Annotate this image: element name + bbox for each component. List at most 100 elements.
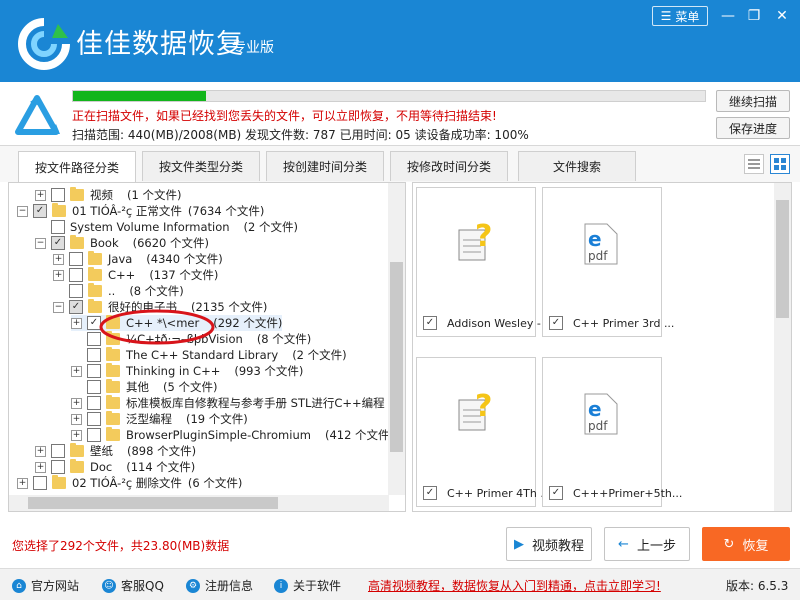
tree-row[interactable]: + 泛型编程 (19 个文件) xyxy=(71,411,248,427)
file-card-label[interactable]: ✓ C+++Primer+5th... xyxy=(549,486,682,500)
file-card[interactable]: e pdf ✓ C+++Primer+5th... xyxy=(542,357,682,507)
file-card[interactable]: e pdf ✓ C++ Primer 3rd ... xyxy=(542,187,674,337)
tree-checkbox[interactable] xyxy=(87,412,101,426)
maximize-button[interactable]: ❐ xyxy=(742,6,766,26)
tree-checkbox[interactable] xyxy=(51,188,65,202)
file-card[interactable]: ? ✓ C++ Primer 4Th ... xyxy=(416,357,551,507)
file-card-label[interactable]: ✓ C++ Primer 3rd ... xyxy=(549,316,674,330)
tree-checkbox[interactable] xyxy=(51,444,65,458)
expand-icon[interactable]: + xyxy=(71,397,82,409)
tree-checkbox[interactable] xyxy=(69,268,83,282)
file-card[interactable]: ? ✓ Addison Wesley - ... xyxy=(416,187,555,337)
collapse-icon[interactable]: − xyxy=(35,237,46,249)
selection-info: 您选择了292个文件，共23.80(MB)数据 xyxy=(12,539,230,553)
close-button[interactable]: ✕ xyxy=(770,6,794,26)
continue-scan-button[interactable]: 继续扫描 xyxy=(716,90,790,112)
menu-button[interactable]: ☰ 菜单 xyxy=(652,6,708,26)
official-site-link[interactable]: ⌂ 官方网站 xyxy=(12,577,79,594)
tree-row[interactable]: + BrowserPluginSimple-Chromium (412 个文件) xyxy=(71,427,394,443)
tree-row[interactable]: The C++ Standard Library (2 个文件) xyxy=(71,347,347,363)
tree-item-count: (8 个文件) xyxy=(256,332,312,346)
tree-row[interactable]: System Volume Information (2 个文件) xyxy=(35,219,298,235)
tree-row[interactable]: + 视频 (1 个文件) xyxy=(35,187,181,203)
tab-by-modified[interactable]: 按修改时间分类 xyxy=(390,151,508,181)
tree-checkbox[interactable] xyxy=(51,460,65,474)
folder-icon xyxy=(106,395,120,409)
tab-by-path[interactable]: 按文件路径分类 xyxy=(18,151,136,182)
expand-icon[interactable]: + xyxy=(71,429,82,441)
back-button[interactable]: ← 上一步 xyxy=(604,527,690,561)
file-checkbox-checked[interactable]: ✓ xyxy=(423,316,437,330)
tree-row[interactable]: − ✓ Book (6620 个文件) xyxy=(35,235,209,251)
grid-view-icon[interactable] xyxy=(770,154,790,174)
register-info-link[interactable]: ⚙ 注册信息 xyxy=(186,577,253,594)
tree-row[interactable]: + Thinking in C++ (993 个文件) xyxy=(71,363,303,379)
svg-text:pdf: pdf xyxy=(588,249,608,263)
tree-checkbox[interactable] xyxy=(33,476,47,490)
collapse-icon[interactable]: − xyxy=(17,205,28,217)
tree-checkbox[interactable] xyxy=(69,252,83,266)
tree-hscroll-thumb[interactable] xyxy=(28,497,278,509)
collapse-icon[interactable]: − xyxy=(53,301,64,313)
file-checkbox-checked[interactable]: ✓ xyxy=(423,486,437,500)
expand-icon[interactable]: + xyxy=(71,317,82,329)
tree-row[interactable]: + 壁纸 (898 个文件) xyxy=(35,443,196,459)
tree-row[interactable]: + Java (4340 个文件) xyxy=(53,251,223,267)
video-tutorial-button[interactable]: ▶ 视频教程 xyxy=(506,527,592,561)
tree-item-name: 壁纸 xyxy=(90,444,113,458)
file-card-label[interactable]: ✓ C++ Primer 4Th ... xyxy=(423,486,551,500)
tree-checkbox[interactable]: ✓ xyxy=(69,300,83,314)
tree-row[interactable]: 其他 (5 个文件) xyxy=(71,379,217,395)
tree-checkbox[interactable] xyxy=(87,396,101,410)
tree-row[interactable]: + 标准模板库自修教程与参考手册 STL进行C++编程 xyxy=(71,395,385,411)
tree-item-count: (898 个文件) xyxy=(127,444,197,458)
tree-checkbox[interactable] xyxy=(87,364,101,378)
expand-icon[interactable]: + xyxy=(71,365,82,377)
promo-link[interactable]: 高清视频教程，数据恢复从入门到精通，点击立即学习! xyxy=(368,577,661,594)
tree-checkbox[interactable] xyxy=(87,380,101,394)
file-checkbox-checked[interactable]: ✓ xyxy=(549,316,563,330)
expand-icon[interactable]: + xyxy=(35,461,46,473)
recover-button[interactable]: ↻ 恢复 xyxy=(702,527,790,561)
tree-item-name: 标准模板库自修教程与参考手册 STL进行C++编程 xyxy=(126,396,385,410)
tree-checkbox[interactable] xyxy=(51,220,65,234)
tree-item-count: (2 个文件) xyxy=(243,220,298,234)
folder-icon xyxy=(88,267,102,281)
expand-icon[interactable]: + xyxy=(53,253,64,265)
list-view-icon[interactable] xyxy=(744,154,764,174)
tree-row[interactable]: + 02 TIÓÂ-²ç 删除文件 (6 个文件) xyxy=(17,475,242,491)
svg-text:e: e xyxy=(588,227,602,251)
expand-icon[interactable]: + xyxy=(53,269,64,281)
expand-icon[interactable]: + xyxy=(17,477,28,489)
expand-icon[interactable]: + xyxy=(71,413,82,425)
about-link[interactable]: i 关于软件 xyxy=(274,577,341,594)
tree-item-count: (8 个文件) xyxy=(129,284,184,298)
tab-by-created[interactable]: 按创建时间分类 xyxy=(266,151,384,181)
tree-checkbox[interactable] xyxy=(69,284,83,298)
expand-icon[interactable]: + xyxy=(35,445,46,457)
file-checkbox-checked[interactable]: ✓ xyxy=(549,486,563,500)
tree-item-count: (412 个文件) xyxy=(324,428,395,442)
folder-tree[interactable]: + 视频 (1 个文件) − ✓ 01 TIÓÂ-²ç 正常文件 (7634 个文件)… xyxy=(8,182,406,512)
tab-file-search[interactable]: 文件搜索 xyxy=(518,151,636,181)
tree-scroll-thumb[interactable] xyxy=(390,262,403,452)
tab-by-type[interactable]: 按文件类型分类 xyxy=(142,151,260,181)
tree-checkbox[interactable] xyxy=(87,428,101,442)
expand-icon[interactable]: + xyxy=(35,189,46,201)
home-icon: ⌂ xyxy=(12,578,26,593)
tree-checkbox[interactable]: ✓ xyxy=(33,204,47,218)
minimize-button[interactable]: — xyxy=(716,6,740,26)
grid-scroll-thumb[interactable] xyxy=(776,200,789,318)
file-card-label[interactable]: ✓ Addison Wesley - ... xyxy=(423,316,555,330)
tree-row[interactable]: .. (8 个文件) xyxy=(53,283,184,299)
tree-row[interactable]: − ✓ 01 TIÓÂ-²ç 正常文件 (7634 个文件) xyxy=(17,203,264,219)
tree-row[interactable]: + Doc (114 个文件) xyxy=(35,459,195,475)
folder-icon xyxy=(52,203,66,217)
tree-checkbox[interactable]: ✓ xyxy=(51,236,65,250)
tree-row[interactable]: + C++ (137 个文件) xyxy=(53,267,218,283)
save-progress-button[interactable]: 保存进度 xyxy=(716,117,790,139)
tree-checkbox[interactable] xyxy=(87,348,101,362)
version-label: 版本: 6.5.3 xyxy=(726,579,789,593)
unknown-file-icon: ? xyxy=(458,390,492,431)
support-qq-link[interactable]: ☺ 客服QQ xyxy=(102,577,164,594)
